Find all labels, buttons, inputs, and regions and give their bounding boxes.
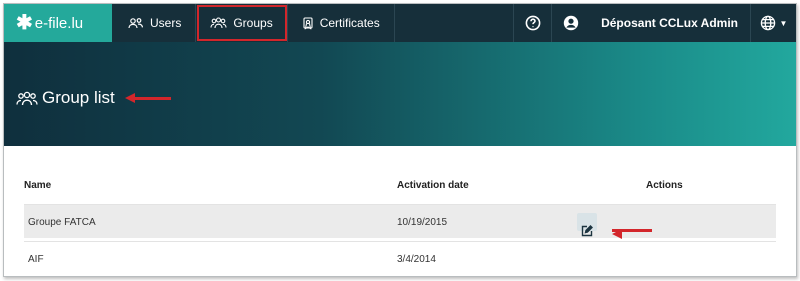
top-navbar: ✱ e-file.lu Users Groups Certificates Dé… — [4, 4, 796, 42]
column-header-actions: Actions — [646, 180, 683, 191]
user-name[interactable]: Déposant CCLux Admin — [589, 4, 750, 42]
edit-button[interactable] — [577, 213, 597, 237]
column-header-activation-date: Activation date — [397, 180, 469, 191]
groups-icon — [16, 91, 38, 106]
activation-date-cell: 3/4/2014 — [397, 254, 436, 265]
nav-users-label: Users — [150, 16, 182, 30]
nav-groups-label: Groups — [233, 16, 273, 30]
table-header: Name Activation date Actions — [24, 176, 776, 196]
activation-date-cell: 10/19/2015 — [397, 217, 448, 228]
brand-logo[interactable]: ✱ e-file.lu — [4, 4, 112, 42]
group-name-cell: AIF — [28, 254, 44, 265]
page-header-banner: Group list — [4, 42, 796, 146]
brand-mark-icon: ✱ — [16, 12, 33, 34]
groups-icon — [210, 17, 227, 29]
user-circle-icon — [563, 15, 579, 31]
user-menu-button[interactable] — [551, 4, 589, 42]
nav-groups[interactable]: Groups — [196, 4, 288, 42]
column-header-name: Name — [24, 180, 52, 191]
edit-icon — [581, 225, 593, 237]
chevron-down-icon: ▼ — [779, 18, 788, 28]
users-icon — [128, 17, 144, 29]
globe-icon — [760, 15, 776, 31]
table-row[interactable]: Groupe FATCA 10/19/2015 — [24, 204, 776, 239]
page-title-text: Group list — [42, 88, 115, 107]
annotation-arrow-title — [125, 93, 171, 103]
page-title: Group list — [16, 88, 115, 108]
arrow-shaft — [612, 229, 652, 232]
nav-certificates-label: Certificates — [319, 16, 380, 30]
brand-name: e-file.lu — [34, 14, 84, 32]
language-selector[interactable]: ▼ — [750, 4, 796, 42]
table-row[interactable]: AIF 3/4/2014 — [24, 241, 776, 275]
app-window: ✱ e-file.lu Users Groups Certificates Dé… — [3, 3, 797, 277]
question-circle-icon — [525, 15, 541, 31]
nav-users[interactable]: Users — [112, 4, 197, 42]
help-button[interactable] — [513, 4, 551, 42]
certificate-icon — [302, 16, 314, 30]
arrow-head — [125, 93, 135, 103]
arrow-shaft — [135, 96, 171, 100]
nav-certificates[interactable]: Certificates — [288, 4, 395, 42]
group-name-cell: Groupe FATCA — [28, 217, 96, 228]
